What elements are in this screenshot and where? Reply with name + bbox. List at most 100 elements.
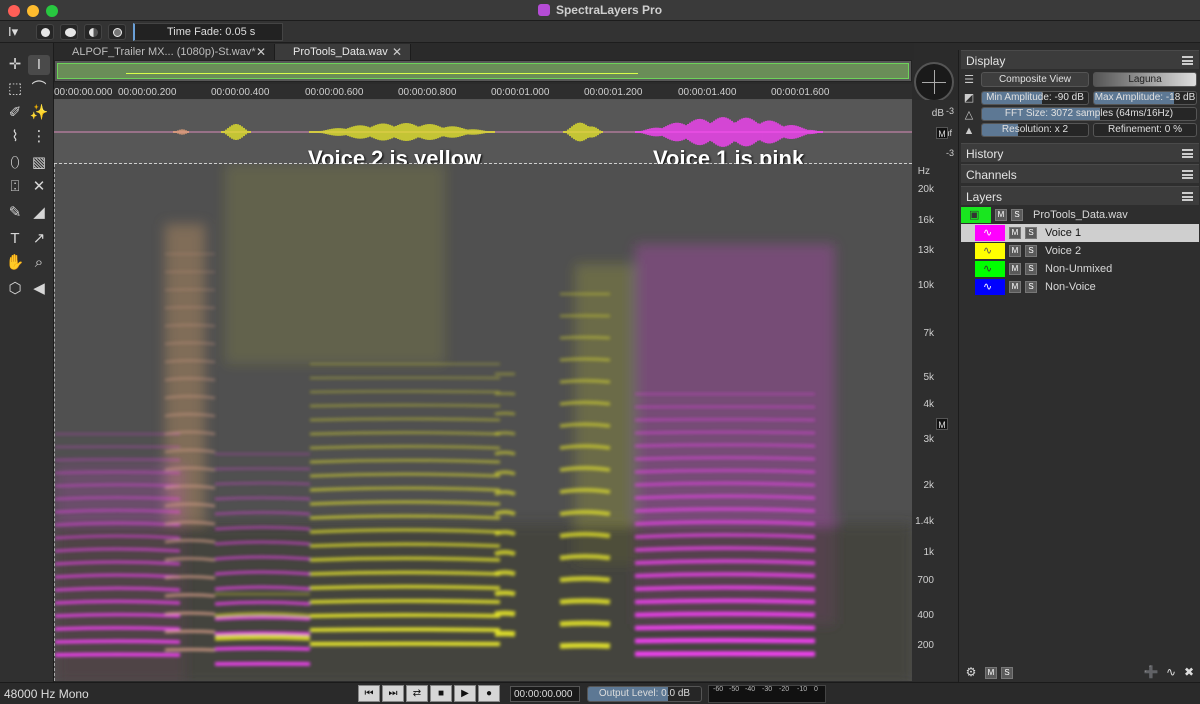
play-button[interactable]: ▶ <box>454 685 476 702</box>
refinement-slider[interactable]: Refinement: 0 % <box>1093 123 1197 137</box>
fft-size-slider[interactable]: FFT Size: 3072 samples (64ms/16Hz) <box>981 107 1197 121</box>
layer-lock-icon[interactable]: ⚙ <box>963 664 979 680</box>
resolution-slider[interactable]: Resolution: x 2 <box>981 123 1089 137</box>
layers-solo-all-button[interactable]: S <box>1001 667 1013 679</box>
time-fade-field[interactable]: Time Fade: 0.05 s <box>133 23 283 41</box>
freq-label: 1k <box>923 547 934 558</box>
layer-row-protools-data[interactable]: ▣ M S ProTools_Data.wav <box>961 206 1199 224</box>
layers-panel-header[interactable]: Layers <box>961 186 1199 205</box>
move-tool-icon[interactable]: ✛ <box>4 55 26 75</box>
harmonic-select-icon[interactable]: ⌇ <box>4 127 26 147</box>
new-audio-layer-icon[interactable]: ∿ <box>1163 664 1179 680</box>
freq-label: 10k <box>917 280 934 291</box>
hand-tool-icon[interactable]: ✋ <box>4 253 26 273</box>
lasso-icon[interactable]: ⌒ <box>28 79 50 99</box>
layer-solo-button[interactable]: S <box>1025 263 1037 275</box>
menu-icon[interactable] <box>1182 192 1193 201</box>
time-selection-tool-icon[interactable]: I <box>28 55 50 75</box>
freq-label: 4k <box>923 399 934 410</box>
eyedropper-icon[interactable]: ↗ <box>28 229 50 249</box>
layer-mute-button[interactable]: M <box>1009 281 1021 293</box>
record-button[interactable]: ● <box>478 685 500 702</box>
amplitude-icon: ◩ <box>963 92 975 104</box>
magic-wand-icon[interactable]: ✨ <box>28 103 50 123</box>
layer-color-swatch: ∿ <box>975 243 1005 259</box>
spectrogram-view[interactable] <box>54 164 912 681</box>
speaker-icon[interactable]: ◀ <box>28 279 50 299</box>
channels-panel-header[interactable]: Channels <box>961 164 1199 183</box>
fill-bucket-icon[interactable]: ◢ <box>28 203 50 223</box>
layers-mute-all-button[interactable]: M <box>985 667 997 679</box>
overview-visible-range[interactable] <box>57 63 909 79</box>
menu-icon[interactable] <box>1182 56 1193 65</box>
layer-mute-button[interactable]: M <box>1009 245 1021 257</box>
right-panel: Display ☰ Composite View Laguna ◩ Min Am… <box>958 50 1200 686</box>
go-to-end-button[interactable]: ⏭ <box>382 685 404 702</box>
app-title: SpectraLayers Pro <box>0 3 1200 17</box>
layer-mute-button[interactable]: M <box>1009 263 1021 275</box>
dotted-line-icon[interactable]: ⋮ <box>28 127 50 147</box>
wave-monitor-button[interactable]: M <box>936 127 948 139</box>
trash-icon[interactable]: ✖ <box>1181 664 1197 680</box>
layer-row-non-voice[interactable]: ∿ M S Non-Voice <box>961 278 1199 296</box>
selection-mode-subtract[interactable] <box>84 24 102 40</box>
close-tab-icon[interactable]: ✕ <box>392 45 402 59</box>
stop-button[interactable]: ■ <box>430 685 452 702</box>
layer-solo-button[interactable]: S <box>1011 209 1023 221</box>
overview-scrollbar[interactable] <box>54 60 912 82</box>
soft-eraser-icon[interactable]: ▧ <box>28 153 50 173</box>
selection-mode-intersect[interactable] <box>108 24 126 40</box>
spectral-monitor-button[interactable]: M <box>936 418 948 430</box>
tool-preset-dropdown[interactable]: I▾ <box>8 24 30 40</box>
navigator-3d-icon[interactable] <box>914 62 954 102</box>
close-tab-icon[interactable]: ✕ <box>256 45 266 59</box>
amplitude-frequency-scale[interactable]: dB -3 -inf -3 M Hz 20k 16k 13k 10k 7k 5k… <box>912 100 958 681</box>
time-ruler[interactable]: 00:00:00.000 00:00:00.200 00:00:00.400 0… <box>54 84 912 100</box>
display-panel-header[interactable]: Display <box>961 50 1199 69</box>
new-layer-icon[interactable]: ➕ <box>1143 664 1159 680</box>
ruler-tick-label: 00:00:01.400 <box>678 87 737 98</box>
layer-solo-button[interactable]: S <box>1025 245 1037 257</box>
layer-row-voice-2[interactable]: ∿ M S Voice 2 <box>961 242 1199 260</box>
layer-solo-button[interactable]: S <box>1025 281 1037 293</box>
overview-waveform <box>126 73 638 74</box>
menu-icon[interactable] <box>1182 170 1193 179</box>
ruler-tick-label: 00:00:01.000 <box>491 87 550 98</box>
menu-icon[interactable] <box>1182 149 1193 158</box>
freq-label: 16k <box>917 215 934 226</box>
clone-stamp-icon[interactable]: ⍠ <box>4 177 26 197</box>
tab-protools-data[interactable]: ProTools_Data.wav ✕ <box>275 44 411 60</box>
layer-solo-button[interactable]: S <box>1025 227 1037 239</box>
eraser-icon[interactable]: ⬯ <box>4 153 26 173</box>
layer-row-non-unmixed[interactable]: ∿ M S Non-Unmixed <box>961 260 1199 278</box>
brush-select-icon[interactable]: ✐ <box>4 103 26 123</box>
layer-mute-button[interactable]: M <box>1009 227 1021 239</box>
min-amplitude-slider[interactable]: Min Amplitude: -90 dB <box>981 91 1089 105</box>
audio-format-label: 48000 Hz Mono <box>4 687 89 701</box>
db-unit-label: dB <box>931 108 944 119</box>
text-tool-icon[interactable]: T <box>4 229 26 249</box>
layer-name: Non-Unmixed <box>1045 263 1113 275</box>
playhead-timecode[interactable]: 00:00:00.000 <box>510 686 580 702</box>
layer-row-voice-1[interactable]: ∿ M S Voice 1 <box>961 224 1199 242</box>
selection-mode-add[interactable] <box>60 24 78 40</box>
zoom-tool-icon[interactable]: ⌕ <box>28 253 50 273</box>
heal-icon[interactable]: ✕ <box>28 177 50 197</box>
composite-view-button[interactable]: Composite View <box>981 72 1089 87</box>
loop-button[interactable]: ⇄ <box>406 685 428 702</box>
colormap-select[interactable]: Laguna <box>1093 72 1197 87</box>
output-level-slider[interactable]: Output Level: 0.0 dB <box>587 686 702 702</box>
spectrogram-svg <box>55 164 912 681</box>
layer-mute-button[interactable]: M <box>995 209 1007 221</box>
rectangle-select-icon[interactable]: ⬚ <box>4 79 26 99</box>
freq-label: 7k <box>923 328 934 339</box>
ruler-tick-label: 00:00:00.200 <box>118 87 177 98</box>
max-amplitude-slider[interactable]: Max Amplitude: -18 dB <box>1093 91 1197 105</box>
tab-alpof-trailer[interactable]: ALPOF_Trailer MX... (1080p)-St.wav* ✕ <box>54 44 275 60</box>
go-to-start-button[interactable]: ⏮ <box>358 685 380 702</box>
pencil-icon[interactable]: ✎ <box>4 203 26 223</box>
history-panel-header[interactable]: History <box>961 143 1199 162</box>
3d-view-icon[interactable]: ⬡ <box>4 279 26 299</box>
ring-icon <box>113 28 122 37</box>
selection-mode-new[interactable] <box>36 24 54 40</box>
